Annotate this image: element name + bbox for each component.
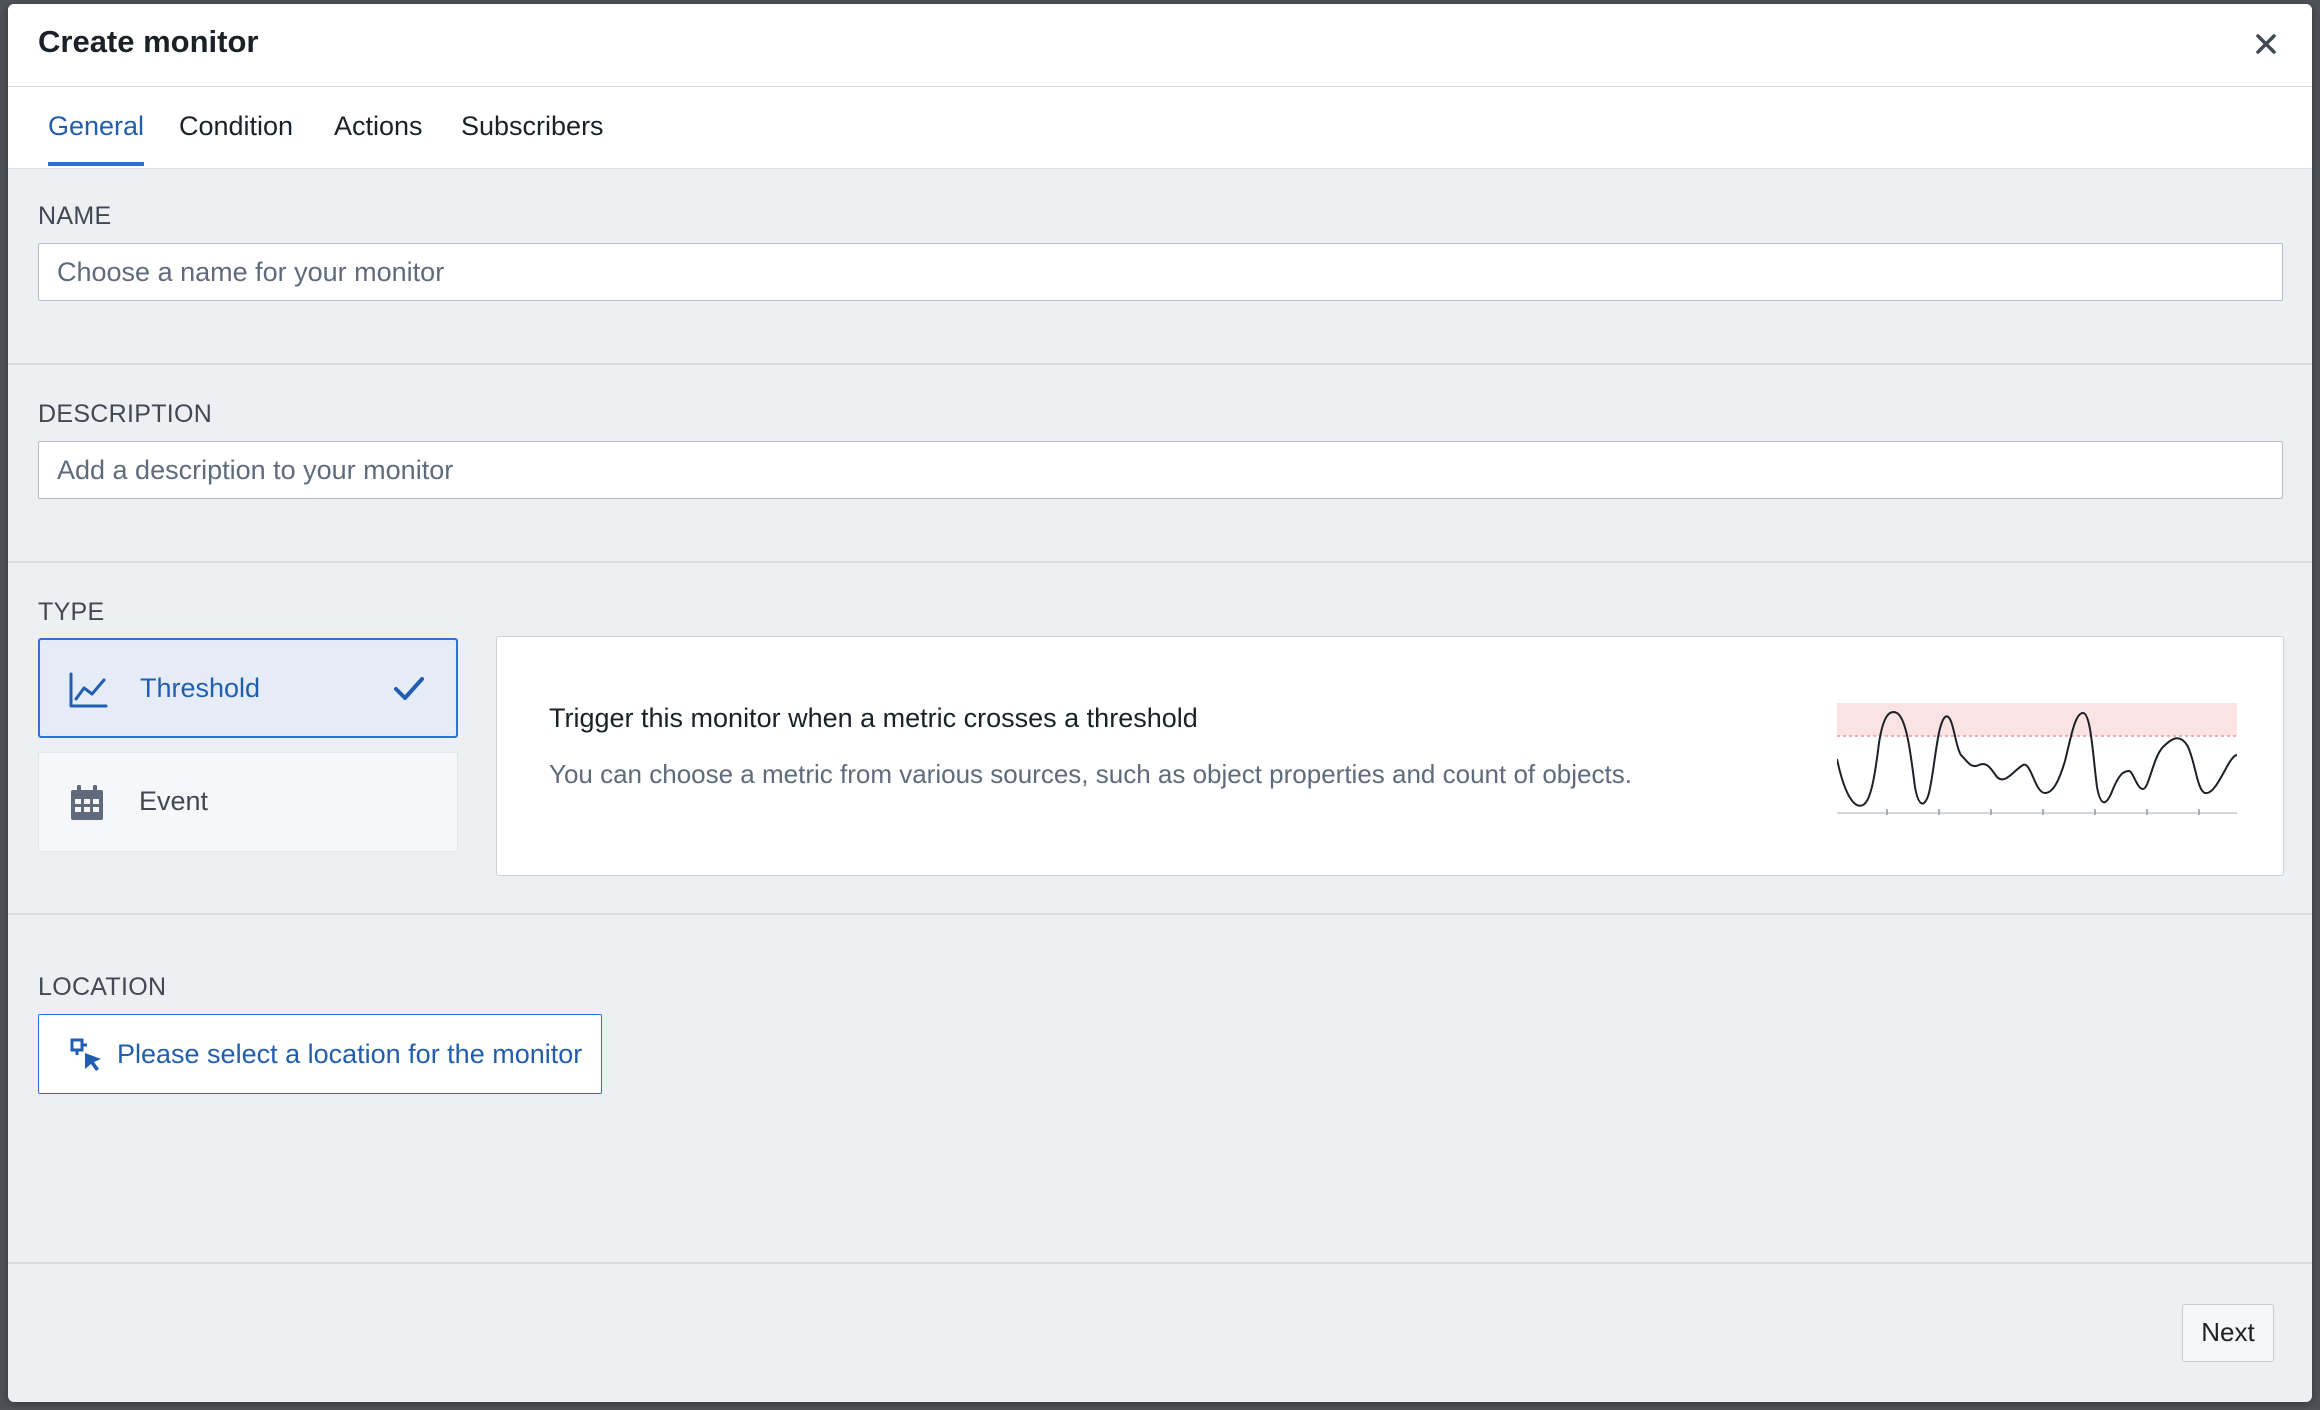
- section-divider: [8, 913, 2312, 915]
- type-description-body: You can choose a metric from various sou…: [549, 759, 1632, 789]
- tab-actions[interactable]: Actions: [334, 111, 423, 162]
- type-description-panel: Trigger this monitor when a metric cross…: [496, 636, 2284, 876]
- type-option-label: Event: [139, 786, 209, 816]
- create-monitor-dialog: Create monitor General Condition Actions…: [8, 4, 2312, 1402]
- select-location-label: Please select a location for the monitor: [117, 1039, 583, 1069]
- name-input[interactable]: [38, 243, 2283, 301]
- close-button[interactable]: [2248, 26, 2284, 62]
- threshold-illustration: [1837, 703, 2237, 815]
- type-label: TYPE: [38, 598, 105, 626]
- description-label: DESCRIPTION: [38, 400, 213, 428]
- section-divider: [8, 363, 2312, 365]
- dialog-title: Create monitor: [38, 24, 259, 59]
- description-input[interactable]: [38, 441, 2283, 499]
- tab-condition[interactable]: Condition: [179, 111, 293, 162]
- type-option-event[interactable]: Event: [38, 752, 458, 852]
- type-option-label: Threshold: [140, 673, 261, 703]
- select-location-icon: [70, 1038, 101, 1071]
- threshold-band: [1837, 703, 2237, 736]
- tab-general[interactable]: General: [48, 111, 145, 166]
- name-label: NAME: [38, 202, 112, 230]
- line-chart-icon: [69, 672, 108, 708]
- tab-bar: General Condition Actions Subscribers: [8, 87, 2312, 169]
- tab-subscribers[interactable]: Subscribers: [461, 111, 604, 162]
- section-divider: [8, 561, 2312, 563]
- location-label: LOCATION: [38, 973, 167, 1001]
- calendar-icon: [71, 785, 103, 820]
- type-description-title: Trigger this monitor when a metric cross…: [549, 703, 1198, 733]
- select-location-button[interactable]: Please select a location for the monitor: [38, 1014, 602, 1094]
- footer-divider: [8, 1262, 2312, 1264]
- next-button[interactable]: Next: [2182, 1304, 2274, 1362]
- close-icon: [2256, 34, 2276, 54]
- dialog-header: Create monitor: [8, 4, 2312, 87]
- type-option-threshold[interactable]: Threshold: [38, 638, 458, 738]
- checkmark-icon: [394, 677, 424, 700]
